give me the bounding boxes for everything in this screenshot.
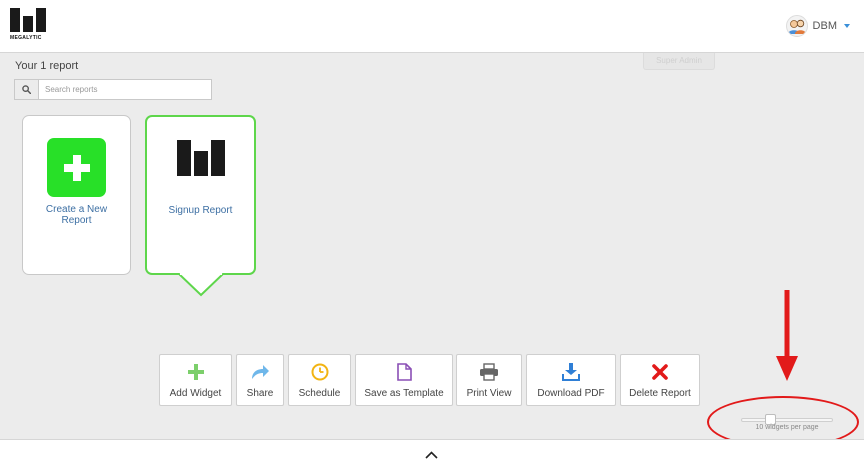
save-as-template-label: Save as Template <box>364 388 444 399</box>
document-icon <box>396 363 412 381</box>
annotation-arrow-icon <box>776 290 798 381</box>
report-card-signup[interactable]: Signup Report <box>145 115 256 275</box>
x-icon <box>652 364 668 380</box>
add-widget-label: Add Widget <box>169 388 222 399</box>
share-label: Share <box>246 388 274 399</box>
create-report-button[interactable] <box>47 138 106 197</box>
schedule-button[interactable]: Schedule <box>288 354 351 406</box>
download-icon <box>562 363 580 381</box>
chevron-up-icon[interactable] <box>425 451 438 459</box>
schedule-label: Schedule <box>298 388 341 399</box>
avatar <box>785 15 808 37</box>
report-title[interactable]: Signup Report <box>147 205 254 216</box>
megalytic-logo-icon <box>10 8 46 32</box>
top-header: MEGALYTIC DBM <box>0 0 864 53</box>
share-button[interactable]: Share <box>236 354 284 406</box>
user-pair-icon <box>787 19 806 34</box>
delete-report-label: Delete Report <box>629 388 691 399</box>
plus-icon <box>187 364 204 380</box>
user-menu[interactable]: DBM <box>785 14 850 38</box>
download-pdf-label: Download PDF <box>537 388 605 399</box>
create-report-label[interactable]: Create a New Report <box>23 204 130 226</box>
create-report-card[interactable]: Create a New Report <box>22 115 131 275</box>
search-input[interactable] <box>39 80 211 99</box>
search-button[interactable] <box>15 80 39 99</box>
logo-text: MEGALYTIC <box>10 35 42 41</box>
save-as-template-button[interactable]: Save as Template <box>355 354 453 406</box>
footer-bar <box>0 439 864 462</box>
search-box <box>14 79 212 100</box>
plus-icon <box>63 154 90 181</box>
megalytic-logo-icon <box>177 140 225 176</box>
clock-icon <box>311 363 328 381</box>
user-name: DBM <box>812 20 837 32</box>
printer-icon <box>480 363 498 381</box>
print-view-button[interactable]: Print View <box>456 354 522 406</box>
print-view-label: Print View <box>466 388 512 399</box>
add-widget-button[interactable]: Add Widget <box>159 354 232 406</box>
super-admin-tab[interactable]: Super Admin <box>643 53 715 70</box>
share-arrow-icon <box>252 365 269 379</box>
page-title: Your 1 report <box>15 60 79 72</box>
download-pdf-button[interactable]: Download PDF <box>526 354 616 406</box>
delete-report-button[interactable]: Delete Report <box>620 354 700 406</box>
search-icon <box>22 85 31 94</box>
selected-card-pointer <box>178 273 224 297</box>
chevron-down-icon <box>844 24 850 28</box>
megalytic-logo[interactable]: MEGALYTIC <box>10 8 46 42</box>
